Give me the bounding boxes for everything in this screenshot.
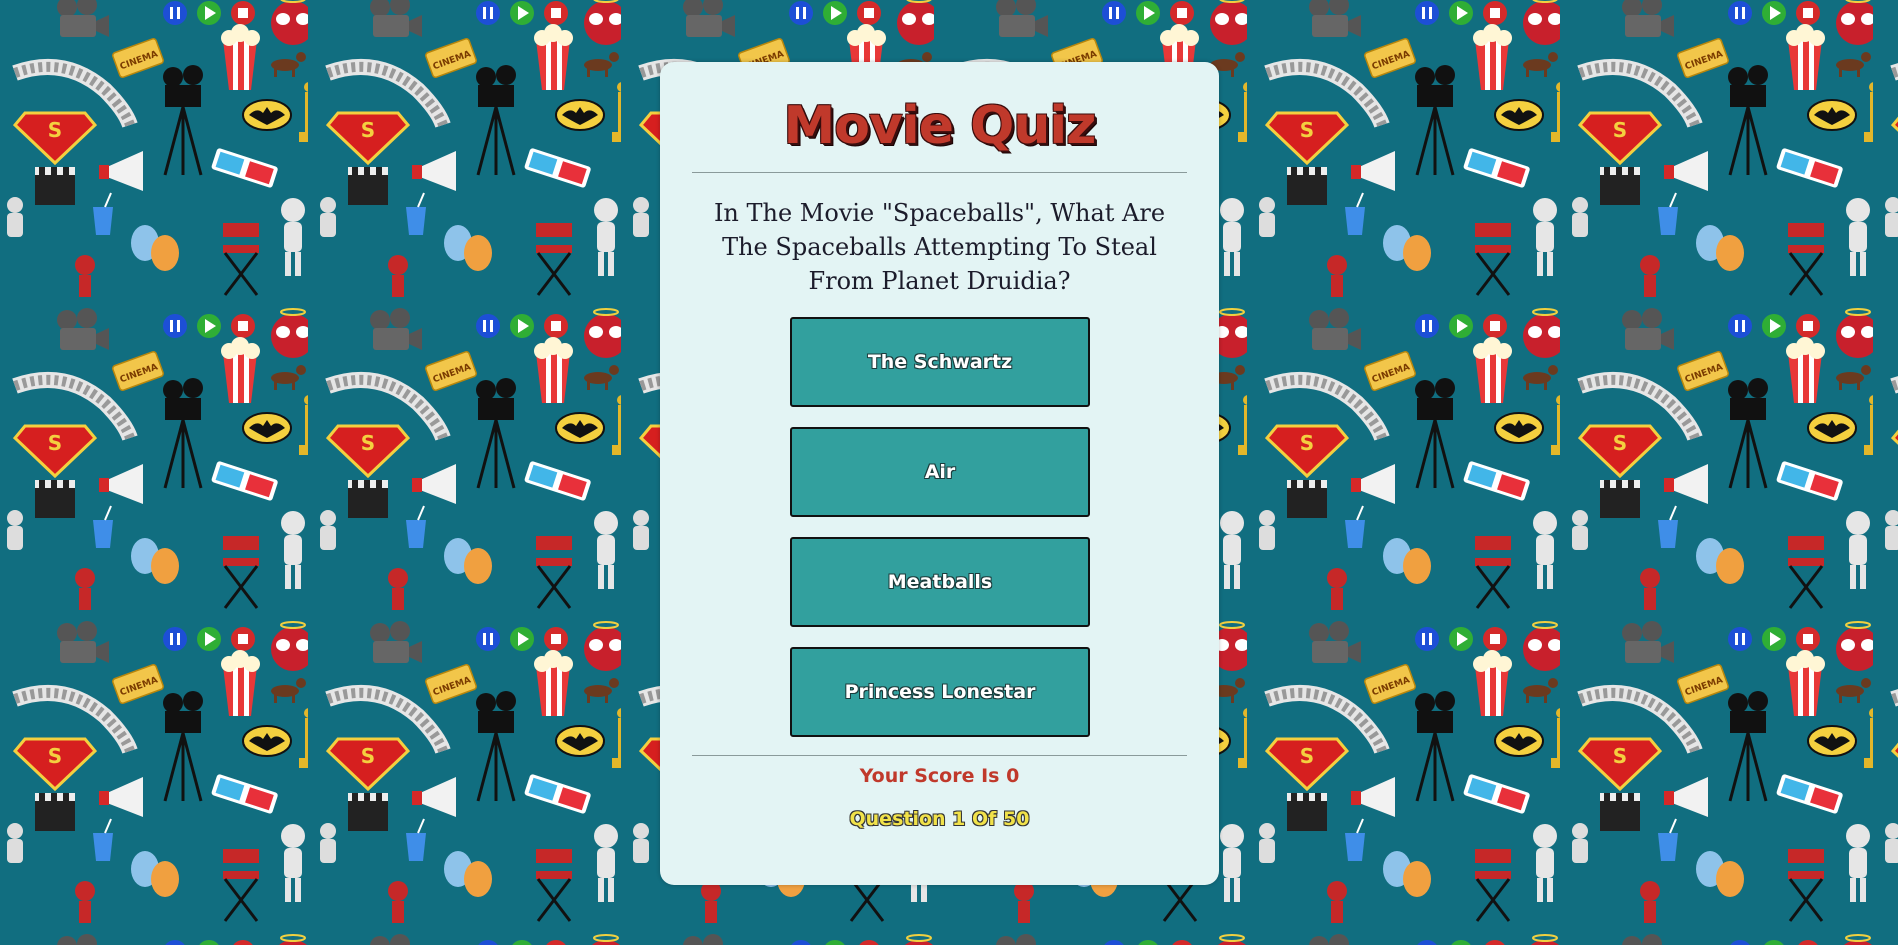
answer-button-4[interactable]: Princess Lonestar — [790, 647, 1090, 737]
quiz-card: Movie Quiz In The Movie "Spaceballs", Wh… — [660, 62, 1219, 885]
answer-button-1[interactable]: The Schwartz — [790, 317, 1090, 407]
score-text: Your Score Is 0 — [859, 765, 1020, 787]
answer-button-3[interactable]: Meatballs — [790, 537, 1090, 627]
bottom-divider — [692, 755, 1187, 756]
app-title: Movie Quiz — [783, 96, 1097, 156]
question-progress-text: Question 1 Of 50 — [849, 808, 1030, 830]
answer-button-2[interactable]: Air — [790, 427, 1090, 517]
top-divider — [692, 172, 1187, 173]
question-text: In The Movie "Spaceballs", What Are The … — [713, 199, 1166, 295]
